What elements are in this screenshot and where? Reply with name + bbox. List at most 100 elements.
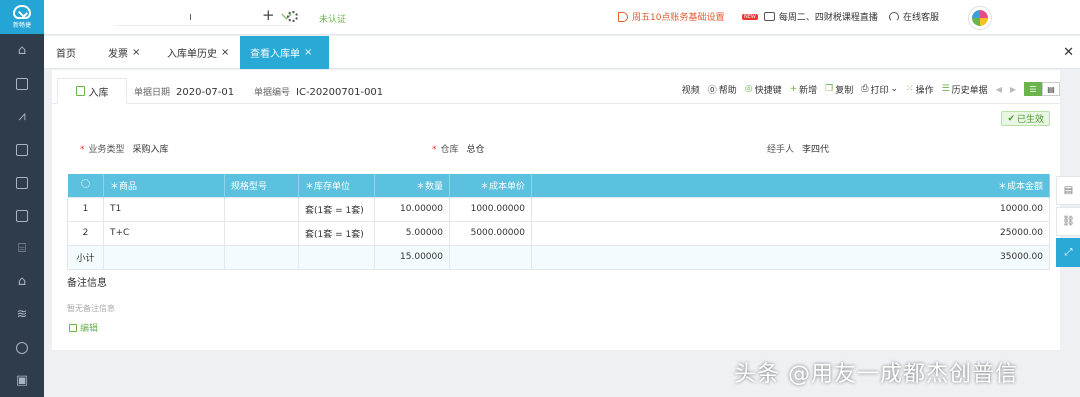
col-unit[interactable]: ＊库存单位	[298, 174, 375, 197]
document-icon[interactable]	[0, 67, 44, 100]
close-icon[interactable]: ×	[132, 47, 140, 58]
home-icon[interactable]: ⌂	[0, 34, 44, 67]
chart-icon[interactable]: ⩘	[0, 100, 44, 133]
new-badge: NEW	[742, 13, 758, 20]
app-logo[interactable]: 新畅捷	[0, 0, 44, 34]
col-spec[interactable]: 规格型号	[224, 174, 299, 197]
headset-icon	[889, 11, 899, 22]
warehouse-value[interactable]: 总仓	[467, 145, 485, 155]
tab-inbound-history[interactable]: 入库单历史 ×	[157, 36, 239, 69]
operate-button[interactable]: ⁙ 操作	[906, 83, 934, 96]
tab-invoice[interactable]: 发票 ×	[98, 36, 150, 69]
tab-view-inbound[interactable]: 查看入库单 ×	[240, 36, 329, 69]
col-product[interactable]: ＊商品	[103, 174, 225, 197]
cell-qty[interactable]: 5.00000	[374, 220, 450, 246]
toolbar: 视频 ⓪ 帮助 ◎ 快捷键 + 新增 ❐ 复制 ⎙ 打印 ⌄ ⁙ 操作 ☰ 历史单据 ◀ ▶ ☰…	[682, 82, 1060, 96]
inbound-doc-icon	[75, 86, 85, 96]
cell-spec[interactable]	[224, 220, 299, 246]
subtotal-empty	[449, 244, 532, 270]
video-label: 视频	[681, 85, 700, 96]
media-icon[interactable]: ▣	[0, 364, 44, 397]
cell-unit[interactable]: 套(1套 = 1套)	[298, 220, 375, 246]
tab-label: 查看入库单	[250, 49, 300, 60]
edit-remark-button[interactable]: 编辑	[69, 321, 98, 334]
col-amount[interactable]: ＊成本金额	[531, 174, 1050, 197]
live-course-link[interactable]: NEW 每周二、四财税课程直播	[742, 10, 878, 23]
doc-type-tab[interactable]: 入库	[57, 78, 127, 104]
cell-product[interactable]: T+C	[103, 220, 225, 246]
history-label: 历史单据	[951, 85, 988, 96]
cell-price[interactable]: 5000.00000	[449, 220, 532, 246]
cloud-logo-icon	[13, 5, 31, 19]
handler-label: 经手人	[767, 145, 795, 155]
cell-spec[interactable]	[224, 196, 299, 222]
check-icon: ✔	[1007, 113, 1015, 124]
next-arrow-icon[interactable]: ▶	[1010, 85, 1016, 94]
card-view-icon[interactable]: ▤	[1042, 82, 1060, 96]
history-button[interactable]: ☰ 历史单据	[942, 83, 988, 96]
help-icon: ⓪	[707, 85, 717, 96]
col-price[interactable]: ＊成本单价	[449, 174, 532, 197]
chevron-down-icon[interactable]: ⌄	[890, 84, 898, 94]
table-row[interactable]: 2 T+C 套(1套 = 1套) 5.00000 5000.00000 2500…	[67, 220, 1050, 246]
notice-text: 周五10点账务基础设置	[632, 13, 725, 23]
grid-icon: ⁙	[906, 84, 914, 94]
tab-home[interactable]: 首页	[46, 36, 86, 69]
close-icon[interactable]: ×	[221, 47, 229, 58]
prev-arrow-icon[interactable]: ◀	[996, 85, 1002, 94]
document-panel: 入库 单据日期 2020-07-01 单据编号 IC-20200701-001 视频…	[52, 70, 1060, 350]
online-service-link[interactable]: 在线客服	[889, 10, 939, 23]
shortcut-icon: ◎	[744, 84, 753, 94]
store-icon[interactable]: ⌸	[0, 232, 44, 265]
document-header: 入库 单据日期 2020-07-01 单据编号 IC-20200701-001 视频…	[52, 78, 1060, 104]
live-text: 每周二、四财税课程直播	[778, 13, 878, 23]
tab-bar: 首页 发票 × 入库单历史 × 查看入库单 × ✕	[44, 36, 1080, 69]
building-icon[interactable]	[0, 166, 44, 199]
cell-amount[interactable]: 10000.00	[531, 196, 1050, 222]
col-qty[interactable]: ＊数量	[374, 174, 450, 197]
bag-icon[interactable]	[0, 133, 44, 166]
cursor-mark	[190, 14, 191, 20]
video-button[interactable]: 视频	[682, 83, 700, 96]
edit-label: 编辑	[80, 324, 99, 334]
copy-button[interactable]: ❐ 复制	[825, 83, 853, 96]
print-button[interactable]: ⎙ 打印 ⌄	[861, 83, 898, 96]
close-all-icon[interactable]: ✕	[1063, 45, 1074, 60]
required-mark: *	[432, 145, 437, 155]
link-icon[interactable]: ⛓	[1056, 207, 1080, 236]
handler-value[interactable]: 李四代	[802, 145, 829, 155]
remark-empty-text: 暂无备注信息	[67, 304, 115, 313]
subtotal-empty	[298, 244, 375, 270]
note-icon[interactable]: ▤	[1056, 176, 1080, 205]
cert-status[interactable]: 未认证	[319, 12, 346, 25]
notice-link[interactable]: 周五10点账务基础设置	[618, 10, 724, 23]
table-header: ＊商品 规格型号 ＊库存单位 ＊数量 ＊成本单价 ＊成本金额	[67, 174, 1050, 197]
help-button[interactable]: ⓪ 帮助	[708, 83, 737, 96]
table-row[interactable]: 1 T1 套(1套 = 1套) 10.00000 1000.00000 1000…	[67, 196, 1050, 222]
gear-icon[interactable]	[287, 11, 298, 22]
cell-unit[interactable]: 套(1套 = 1套)	[298, 196, 375, 222]
printer-icon: ⎙	[861, 84, 869, 94]
biz-type-label: 业务类型	[88, 145, 125, 155]
avatar[interactable]	[969, 7, 991, 29]
add-button[interactable]: + 新增	[790, 83, 818, 96]
biz-type-value[interactable]: 采购入库	[133, 145, 169, 155]
house-icon[interactable]: ⌂	[0, 265, 44, 298]
column-settings-button[interactable]	[67, 174, 104, 197]
plus-icon[interactable]: +	[262, 8, 275, 23]
stack-icon[interactable]: ≋	[0, 298, 44, 331]
operate-label: 操作	[915, 85, 934, 96]
cell-price[interactable]: 1000.00000	[449, 196, 532, 222]
cell-qty[interactable]: 10.00000	[374, 196, 450, 222]
shortcut-button[interactable]: ◎ 快捷键	[745, 83, 782, 96]
sidebar: 新畅捷 ⌂ ⩘ ⌸ ⌂ ≋ ▣	[0, 0, 44, 397]
cell-amount[interactable]: 25000.00	[531, 220, 1050, 246]
list-view-icon[interactable]: ☰	[1024, 82, 1042, 96]
cell-product[interactable]: T1	[103, 196, 225, 222]
close-icon[interactable]: ×	[304, 47, 312, 58]
copy-icon: ❐	[825, 84, 834, 94]
calculator-icon[interactable]	[0, 199, 44, 232]
expand-icon[interactable]: ⤢	[1056, 238, 1080, 267]
settings-icon[interactable]	[0, 331, 44, 364]
doc-number-value: IC-20200701-001	[296, 87, 384, 98]
